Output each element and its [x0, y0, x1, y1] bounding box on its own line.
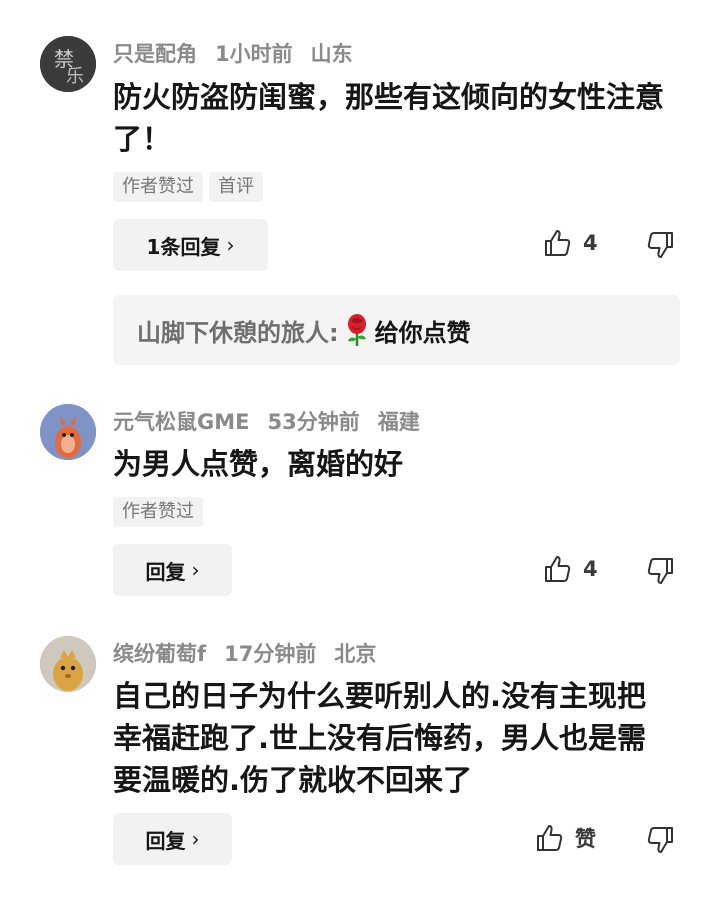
- comment-text: 防火防盗防闺蜜，那些有这倾向的女性注意了！: [113, 80, 665, 156]
- comment-tags: 作者赞过: [113, 497, 209, 527]
- thumbs-up-icon: [545, 556, 571, 582]
- comment-text: 为男人点赞，离婚的好: [113, 447, 404, 481]
- timestamp: 1小时前: [215, 42, 293, 66]
- chevron-right-icon: ›: [226, 233, 235, 257]
- like-label: 赞: [575, 827, 596, 851]
- reply-preview[interactable]: 山脚下休憩的旅人: 给你点赞: [113, 295, 680, 365]
- svg-text:乐: 乐: [66, 66, 84, 87]
- thumbs-down-icon: [647, 232, 673, 258]
- first-comment-badge: 首评: [209, 172, 263, 202]
- dislike-button[interactable]: [645, 230, 675, 264]
- comment-text: 自己的日子为什么要听别人的.没有主现把幸福赶跑了.世上没有后悔药，男人也是需要温…: [113, 679, 647, 797]
- reply-text: 给你点赞: [374, 318, 471, 347]
- dislike-button[interactable]: [645, 825, 675, 859]
- like-count: 4: [583, 231, 598, 255]
- reply-label: 回复: [145, 559, 186, 584]
- thumbs-up-icon: [537, 825, 563, 851]
- like-count: 4: [583, 557, 598, 581]
- username[interactable]: 元气松鼠GME: [113, 406, 249, 436]
- view-replies-button[interactable]: 1条回复 ›: [113, 219, 268, 271]
- comment-meta: 缤纷葡萄f 17分钟前 北京: [113, 638, 394, 668]
- chevron-right-icon: ›: [191, 827, 200, 851]
- author-liked-badge: 作者赞过: [113, 497, 203, 527]
- chevron-right-icon: ›: [191, 558, 200, 582]
- reply-label: 1条回复: [146, 234, 221, 259]
- thumbs-down-icon: [647, 558, 673, 584]
- timestamp: 17分钟前: [224, 642, 317, 666]
- thumbs-up-icon: [545, 230, 571, 256]
- location: 山东: [310, 42, 353, 66]
- like-button[interactable]: 赞: [535, 823, 596, 853]
- location: 福建: [377, 410, 420, 434]
- author-liked-badge: 作者赞过: [113, 172, 203, 202]
- thumbs-down-icon: [647, 827, 673, 853]
- rose-emoji-icon: [347, 314, 366, 346]
- username[interactable]: 缤纷葡萄f: [113, 638, 206, 668]
- reply-button[interactable]: 回复 ›: [113, 813, 232, 865]
- avatar[interactable]: [40, 636, 96, 692]
- location: 北京: [334, 642, 377, 666]
- comment-meta: 只是配角 1小时前 山东: [113, 38, 371, 68]
- username[interactable]: 只是配角: [113, 38, 197, 68]
- reply-label: 回复: [145, 828, 186, 853]
- comment-tags: 作者赞过 首评: [113, 172, 269, 202]
- avatar[interactable]: [40, 404, 96, 460]
- avatar[interactable]: 禁 乐: [40, 36, 96, 92]
- comment-meta: 元气松鼠GME 53分钟前 福建: [113, 406, 438, 436]
- dislike-button[interactable]: [645, 556, 675, 590]
- like-button[interactable]: 4: [543, 228, 598, 258]
- reply-button[interactable]: 回复 ›: [113, 544, 232, 596]
- like-button[interactable]: 4: [543, 554, 598, 584]
- timestamp: 53分钟前: [267, 410, 360, 434]
- reply-author[interactable]: 山脚下休憩的旅人:: [137, 313, 339, 348]
